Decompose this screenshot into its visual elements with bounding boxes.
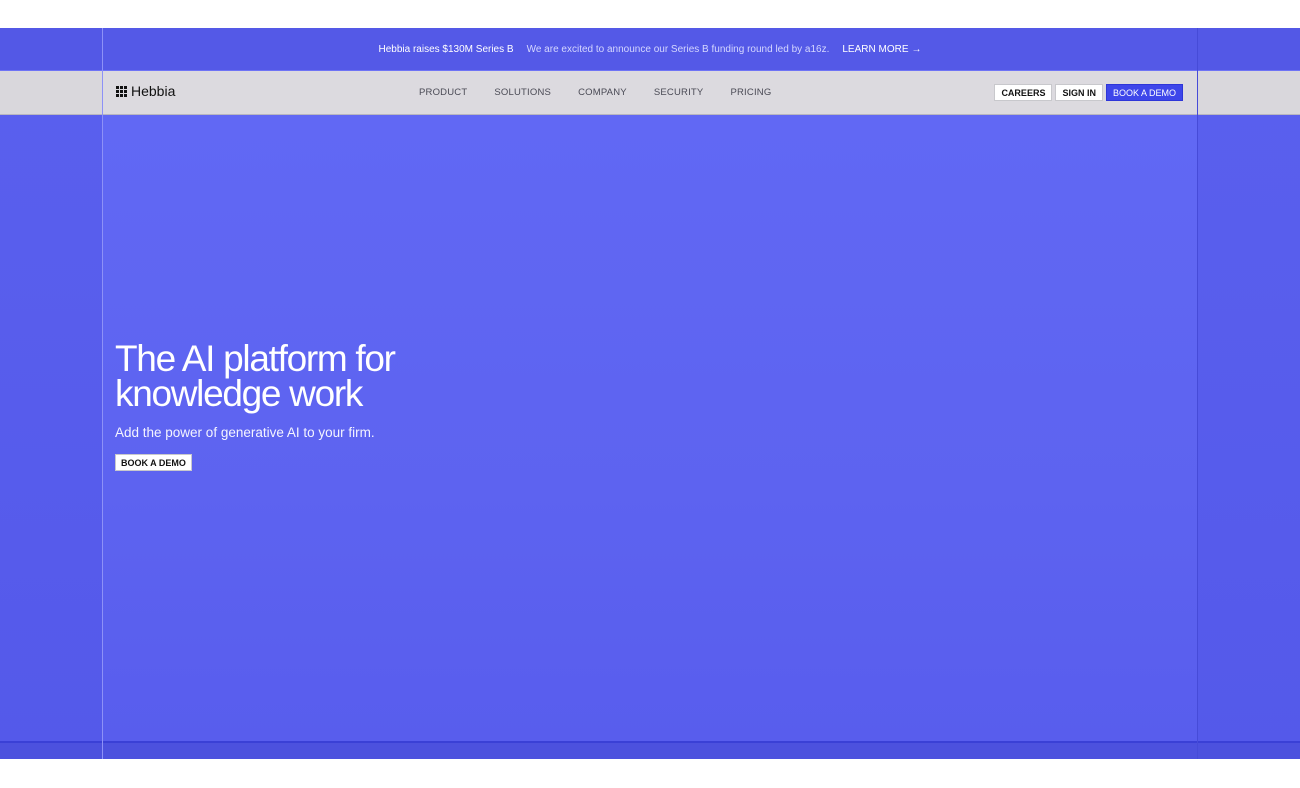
announcement-message: We are excited to announce our Series B … (526, 43, 830, 55)
page-stage: Hebbia raises $130M Series B We are exci… (0, 28, 1300, 759)
hero-subtitle: Add the power of generative AI to your f… (115, 425, 375, 440)
hero-title: The AI platform for knowledge work (115, 338, 455, 414)
nav-link-product[interactable]: PRODUCT (419, 87, 467, 98)
hero-title-line-2: knowledge work (115, 373, 363, 414)
learn-more-link[interactable]: LEARN MORE → (842, 44, 921, 55)
nav-link-company[interactable]: COMPANY (578, 87, 627, 98)
nav-links: PRODUCT SOLUTIONS COMPANY SECURITY PRICI… (419, 87, 771, 98)
hero-title-line-1: The AI platform for (115, 338, 396, 379)
grid-logo-icon (116, 85, 127, 97)
logo-text: Hebbia (131, 83, 176, 99)
hero-section: The AI platform for knowledge work Add t… (103, 115, 1197, 741)
learn-more-label: LEARN MORE (842, 43, 909, 55)
site-frame: Hebbia raises $130M Series B We are exci… (102, 28, 1198, 759)
announcement-headline: Hebbia raises $130M Series B (378, 43, 514, 55)
hebbia-logo[interactable]: Hebbia (116, 83, 175, 99)
nav-link-security[interactable]: SECURITY (654, 87, 704, 98)
nav-link-solutions[interactable]: SOLUTIONS (494, 87, 551, 98)
right-gutter (1198, 28, 1300, 759)
bottom-strip (103, 741, 1197, 759)
nav-link-pricing[interactable]: PRICING (730, 87, 771, 98)
hero-book-demo-button[interactable]: BOOK A DEMO (115, 454, 192, 471)
book-demo-button[interactable]: BOOK A DEMO (1105, 84, 1183, 101)
announcement-bar: Hebbia raises $130M Series B We are exci… (103, 28, 1197, 71)
nav-buttons: CAREERS SIGN IN BOOK A DEMO (994, 84, 1183, 101)
arrow-right-icon: → (911, 43, 922, 55)
sign-in-button[interactable]: SIGN IN (1055, 84, 1103, 101)
main-navbar: Hebbia PRODUCT SOLUTIONS COMPANY SECURIT… (103, 71, 1197, 115)
left-gutter (0, 28, 102, 759)
careers-button[interactable]: CAREERS (994, 84, 1053, 101)
